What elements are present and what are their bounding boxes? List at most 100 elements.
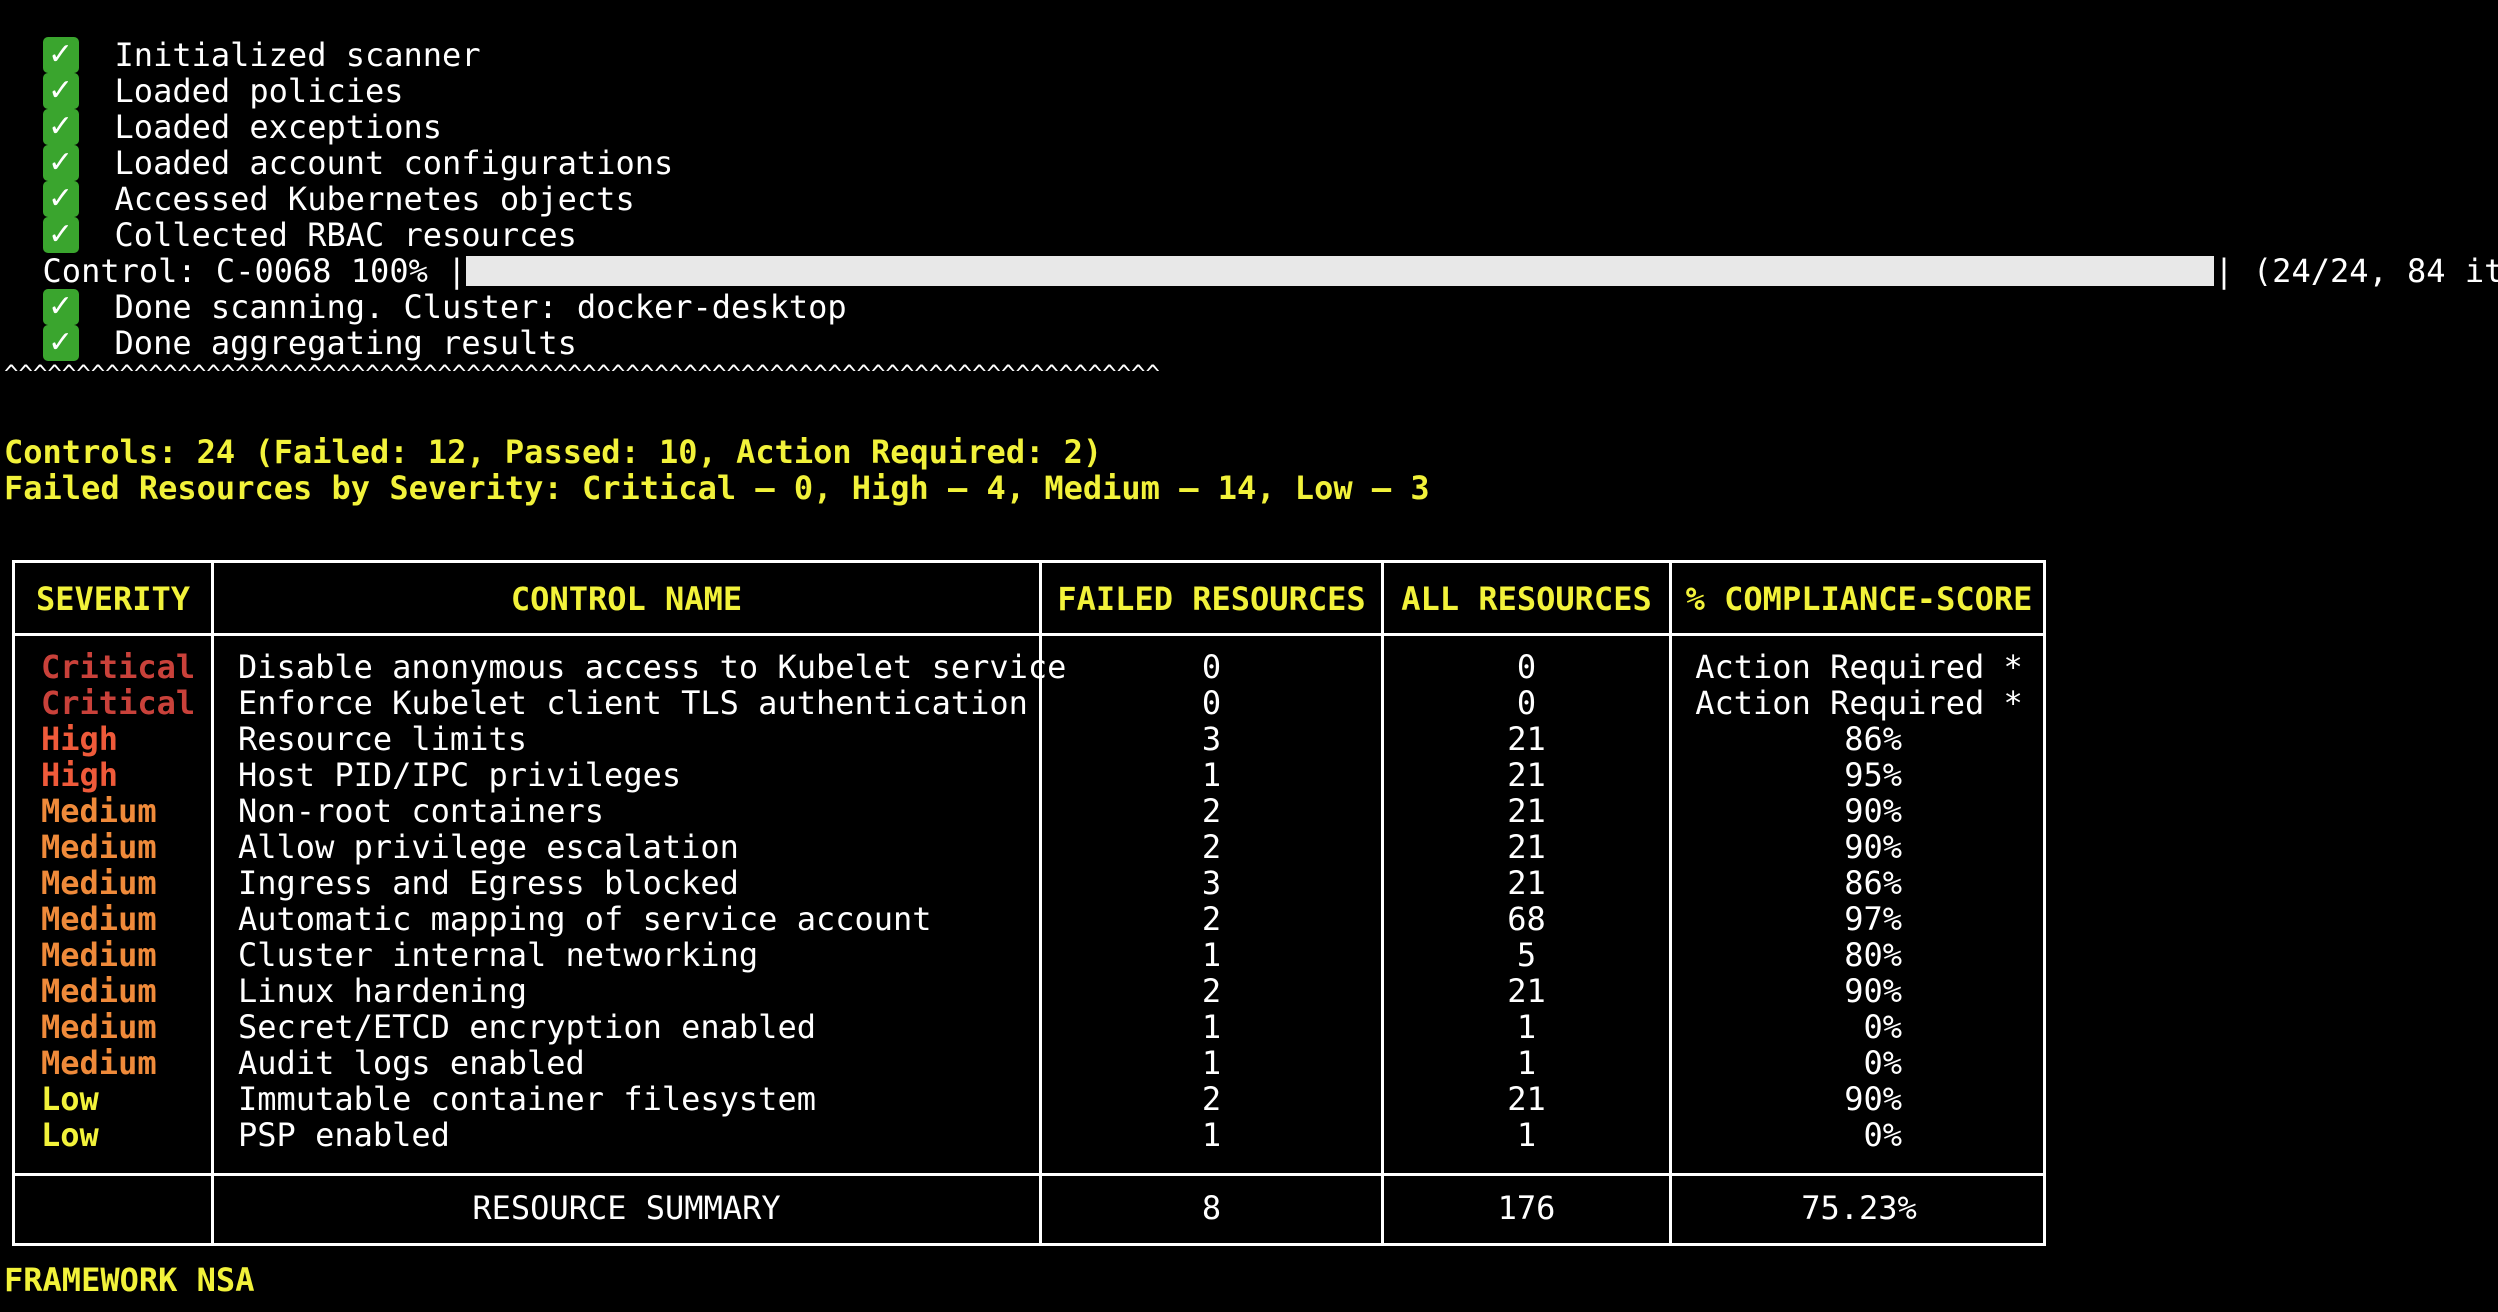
failed-resources-cell: 3 — [1201, 720, 1222, 758]
compliance-score-cell: 90% — [1844, 972, 1902, 1010]
log-line-exceptions: ✓ Loaded exceptions — [4, 73, 442, 145]
failed-resources-cell: 1 — [1201, 1044, 1222, 1082]
all-resources-cell: 1 — [1516, 1116, 1537, 1154]
compliance-score-cell: Action Required * — [1695, 684, 2023, 722]
failed-resources-cell: 0 — [1201, 648, 1222, 686]
table-row: Medium Secret/ETCD encryption enabled 1 1 0% — [15, 1009, 2043, 1045]
summary-score: 75.23% — [1801, 1189, 1917, 1227]
log-line-initialized: ✓ Initialized scanner — [4, 1, 481, 73]
control-name-cell: Automatic mapping of service account — [238, 900, 932, 938]
failed-resources-cell: 2 — [1201, 972, 1222, 1010]
header-compliance-score: % COMPLIANCE-SCORE — [1685, 580, 2033, 618]
header-severity: SEVERITY — [35, 580, 191, 618]
header-failed-resources: FAILED RESOURCES — [1057, 580, 1366, 618]
failed-resources-cell: 1 — [1201, 936, 1222, 974]
table-row: Low Immutable container filesystem 2 21 90% — [15, 1081, 2043, 1117]
table-row: Low PSP enabled 1 1 0% — [15, 1117, 2043, 1153]
failed-resources-cell: 1 — [1201, 756, 1222, 794]
compliance-score-cell: 90% — [1844, 828, 1902, 866]
severity-cell: Medium — [41, 972, 157, 1010]
log-line-account: ✓ Loaded account configurations — [4, 109, 673, 181]
control-name-cell: Cluster internal networking — [238, 936, 759, 974]
summary-all: 176 — [1497, 1189, 1556, 1227]
compliance-score-cell: 0% — [1863, 1116, 1902, 1154]
all-resources-cell: 0 — [1516, 648, 1537, 686]
table-row: Medium Audit logs enabled 1 1 0% — [15, 1045, 2043, 1081]
summary-label: RESOURCE SUMMARY — [472, 1189, 781, 1227]
severity-cell: High — [41, 756, 119, 794]
control-name-cell: Audit logs enabled — [238, 1044, 585, 1082]
framework-label: FRAMEWORK NSA — [4, 1261, 255, 1299]
table-row: High Resource limits 3 21 86% — [15, 721, 2043, 757]
compliance-score-cell: 0% — [1863, 1044, 1902, 1082]
severity-cell: Critical — [41, 684, 196, 722]
compliance-score-cell: 86% — [1844, 864, 1902, 902]
compliance-score-cell: 95% — [1844, 756, 1902, 794]
all-resources-cell: 68 — [1507, 900, 1546, 938]
severity-cell: High — [41, 720, 119, 758]
table-row: Medium Automatic mapping of service accou… — [15, 901, 2043, 937]
compliance-score-cell: 80% — [1844, 936, 1902, 974]
failed-resources-cell: 2 — [1201, 792, 1222, 830]
severity-cell: Medium — [41, 828, 157, 866]
progress-suffix: | (24/24, 84 it/s) — [2214, 252, 2498, 290]
all-resources-cell: 21 — [1507, 720, 1546, 758]
compliance-score-cell: 86% — [1844, 720, 1902, 758]
failed-resources-cell: 2 — [1201, 828, 1222, 866]
compliance-score-cell: 0% — [1863, 1008, 1902, 1046]
compliance-score-cell: Action Required * — [1695, 648, 2023, 686]
all-resources-cell: 1 — [1516, 1008, 1537, 1046]
control-name-cell: Enforce Kubelet client TLS authenticatio… — [238, 684, 1028, 722]
failed-resources-cell: 3 — [1201, 864, 1222, 902]
failed-resources-cell: 0 — [1201, 684, 1222, 722]
table-row: Medium Non-root containers 2 21 90% — [15, 793, 2043, 829]
control-name-cell: Linux hardening — [238, 972, 527, 1010]
all-resources-cell: 21 — [1507, 1080, 1546, 1118]
all-resources-cell: 0 — [1516, 684, 1537, 722]
all-resources-cell: 21 — [1507, 864, 1546, 902]
control-name-cell: Disable anonymous access to Kubelet serv… — [238, 648, 1067, 686]
control-name-cell: Non-root containers — [238, 792, 605, 830]
control-name-cell: Ingress and Egress blocked — [238, 864, 739, 902]
all-resources-cell: 21 — [1507, 828, 1546, 866]
table-row: Critical Disable anonymous access to Kube… — [15, 649, 2043, 685]
severity-cell: Medium — [41, 1044, 157, 1082]
failed-resources-cell: 2 — [1201, 1080, 1222, 1118]
log-line-policies: ✓ Loaded policies — [4, 37, 404, 109]
table-row: Medium Linux hardening 2 21 90% — [15, 973, 2043, 1009]
all-resources-cell: 5 — [1516, 936, 1537, 974]
table-row: Medium Allow privilege escalation 2 21 90% — [15, 829, 2043, 865]
results-table: SEVERITY CONTROL NAME FAILED RESOURCES A… — [12, 560, 2046, 1246]
severity-cell: Medium — [41, 1008, 157, 1046]
footer-divider — [15, 1173, 2043, 1176]
control-name-cell: Secret/ETCD encryption enabled — [238, 1008, 816, 1046]
table-row: Critical Enforce Kubelet client TLS authe… — [15, 685, 2043, 721]
controls-summary: Controls: 24 (Failed: 12, Passed: 10, Ac… — [4, 433, 1103, 471]
control-name-cell: Host PID/IPC privileges — [238, 756, 682, 794]
summary-failed: 8 — [1201, 1189, 1222, 1227]
table-row: High Host PID/IPC privileges 1 21 95% — [15, 757, 2043, 793]
severity-cell: Medium — [41, 900, 157, 938]
log-line-k8s: ✓ Accessed Kubernetes objects — [4, 145, 635, 217]
control-name-cell: Allow privilege escalation — [238, 828, 739, 866]
compliance-score-cell: 90% — [1844, 792, 1902, 830]
table-row: Medium Ingress and Egress blocked 3 21 86% — [15, 865, 2043, 901]
log-line-done-aggregating: ✓ Done aggregating results — [4, 289, 577, 361]
severity-summary: Failed Resources by Severity: Critical —… — [4, 469, 1430, 507]
all-resources-cell: 1 — [1516, 1044, 1537, 1082]
compliance-score-cell: 90% — [1844, 1080, 1902, 1118]
all-resources-cell: 21 — [1507, 756, 1546, 794]
severity-cell: Low — [41, 1080, 99, 1118]
control-name-cell: Immutable container filesystem — [238, 1080, 816, 1118]
header-all-resources: ALL RESOURCES — [1401, 580, 1652, 618]
severity-cell: Medium — [41, 792, 157, 830]
header-control-name: CONTROL NAME — [510, 580, 743, 618]
failed-resources-cell: 1 — [1201, 1008, 1222, 1046]
control-name-cell: Resource limits — [238, 720, 527, 758]
log-line-rbac: ✓ Collected RBAC resources — [4, 181, 577, 253]
failed-resources-cell: 1 — [1201, 1116, 1222, 1154]
severity-cell: Critical — [41, 648, 196, 686]
control-name-cell: PSP enabled — [238, 1116, 450, 1154]
severity-cell: Medium — [41, 864, 157, 902]
progress-line: Control: C-0068 100% || (24/24, 84 it/s) — [4, 217, 2498, 289]
